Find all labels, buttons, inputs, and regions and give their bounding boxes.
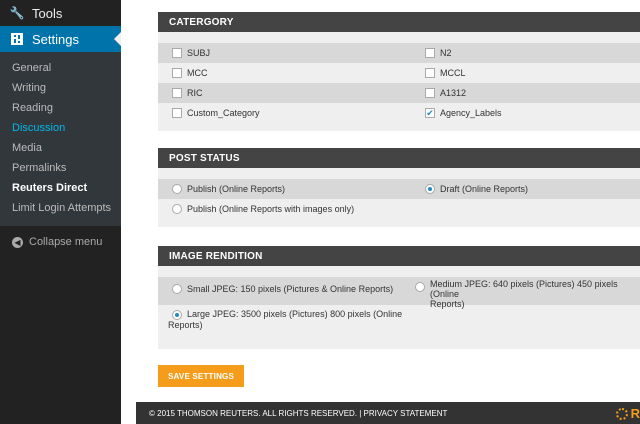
submenu-discussion[interactable]: Discussion: [0, 118, 121, 138]
collapse-menu-label: Collapse menu: [29, 236, 103, 248]
checkbox-subj[interactable]: SUBJ: [158, 43, 411, 63]
checkbox-label: SUBJ: [187, 48, 211, 58]
submenu-limit-login-attempts[interactable]: Limit Login Attempts: [0, 198, 121, 218]
radio-label-line: Medium JPEG: 640 pixels (Pictures) 450 p…: [430, 279, 618, 299]
radio-button[interactable]: [172, 184, 182, 194]
radio-button[interactable]: [172, 284, 182, 294]
submenu-reuters-direct[interactable]: Reuters Direct: [0, 178, 121, 198]
checkbox-mccl[interactable]: MCCL: [411, 63, 640, 83]
submenu-media[interactable]: Media: [0, 138, 121, 158]
checkbox-box[interactable]: [425, 48, 435, 58]
checkbox-box[interactable]: [425, 88, 435, 98]
checkbox-box[interactable]: [172, 48, 182, 58]
radio-button[interactable]: [415, 282, 425, 292]
checkbox-agency-labels[interactable]: ✔ Agency_Labels: [411, 103, 640, 123]
collapse-arrow-icon: ◀: [12, 236, 23, 248]
checkbox-ric[interactable]: RIC: [158, 83, 411, 103]
checkbox-label: Agency_Labels: [440, 108, 502, 118]
logo-text: R: [630, 406, 640, 421]
radio-label: Medium JPEG: 640 pixels (Pictures) 450 p…: [430, 279, 640, 309]
footer: © 2015 THOMSON REUTERS. ALL RIGHTS RESER…: [136, 402, 640, 424]
footer-copyright[interactable]: © 2015 THOMSON REUTERS. ALL RIGHTS RESER…: [149, 409, 447, 418]
admin-sidebar: 🔧 Tools Settings General Writing Reading…: [0, 0, 121, 424]
radio-label-line: Large JPEG: 3500 pixels (Pictures) 800 p…: [187, 309, 403, 319]
post-status-row: Publish (Online Reports with images only…: [158, 199, 640, 219]
thomson-reuters-logo: R: [615, 406, 640, 421]
save-settings-button[interactable]: SAVE SETTINGS: [158, 365, 244, 387]
radio-publish-online[interactable]: Publish (Online Reports): [158, 179, 411, 199]
radio-draft-online[interactable]: Draft (Online Reports): [411, 179, 640, 199]
category-row: MCC MCCL: [158, 63, 640, 83]
category-row: Custom_Category ✔ Agency_Labels: [158, 103, 640, 123]
category-row: SUBJ N2: [158, 43, 640, 63]
image-rendition-panel-title: IMAGE RENDITION: [158, 246, 640, 266]
radio-dot: [428, 187, 432, 191]
checkbox-custom-category[interactable]: Custom_Category: [158, 103, 411, 123]
checkbox-label: RIC: [187, 88, 203, 98]
settings-submenu: General Writing Reading Discussion Media…: [0, 52, 121, 226]
checkbox-box[interactable]: [425, 68, 435, 78]
checkbox-label: N2: [440, 48, 452, 58]
checkbox-a1312[interactable]: A1312: [411, 83, 640, 103]
submenu-permalinks[interactable]: Permalinks: [0, 158, 121, 178]
radio-label: Publish (Online Reports): [187, 184, 286, 194]
submenu-writing[interactable]: Writing: [0, 78, 121, 98]
checkbox-label: A1312: [440, 88, 467, 98]
radio-small-jpeg[interactable]: Small JPEG: 150 pixels (Pictures & Onlin…: [158, 277, 411, 305]
image-rendition-panel: IMAGE RENDITION Small JPEG: 150 pixels (…: [158, 246, 640, 349]
category-panel: CATERGORY SUBJ N2 MCC MCCL RIC A1312 Cus…: [158, 12, 640, 131]
submenu-general[interactable]: General: [0, 58, 121, 78]
checkbox-label: MCC: [187, 68, 208, 78]
checkbox-label: MCCL: [440, 68, 466, 78]
radio-large-jpeg[interactable]: Large JPEG: 3500 pixels (Pictures) 800 p…: [158, 305, 411, 335]
settings-icon: [10, 32, 24, 46]
category-panel-title: CATERGORY: [158, 12, 640, 32]
radio-label: Publish (Online Reports with images only…: [187, 204, 355, 214]
checkbox-box[interactable]: [172, 88, 182, 98]
image-rendition-row: Small JPEG: 150 pixels (Pictures & Onlin…: [158, 277, 640, 309]
radio-label-line: Reports): [430, 299, 465, 309]
menu-item-tools-label: Tools: [32, 5, 63, 21]
checkmark-icon: ✔: [426, 107, 434, 118]
post-status-row: Publish (Online Reports) Draft (Online R…: [158, 179, 640, 199]
radio-button[interactable]: [172, 204, 182, 214]
collapse-menu-button[interactable]: ◀ Collapse menu: [0, 226, 121, 248]
checkbox-label: Custom_Category: [187, 108, 260, 118]
main-content: CATERGORY SUBJ N2 MCC MCCL RIC A1312 Cus…: [121, 0, 640, 424]
reuters-sun-icon: [615, 407, 628, 420]
menu-item-settings[interactable]: Settings: [0, 26, 121, 52]
radio-button-selected[interactable]: [425, 184, 435, 194]
checkbox-box[interactable]: [172, 68, 182, 78]
radio-publish-online-images[interactable]: Publish (Online Reports with images only…: [158, 199, 640, 219]
checkbox-box[interactable]: [172, 108, 182, 118]
post-status-panel: POST STATUS Publish (Online Reports) Dra…: [158, 148, 640, 227]
checkbox-box-checked[interactable]: ✔: [425, 108, 435, 118]
image-rendition-row: Large JPEG: 3500 pixels (Pictures) 800 p…: [158, 305, 640, 335]
radio-label: Draft (Online Reports): [440, 184, 529, 194]
submenu-reading[interactable]: Reading: [0, 98, 121, 118]
checkbox-n2[interactable]: N2: [411, 43, 640, 63]
menu-item-tools[interactable]: 🔧 Tools: [0, 0, 121, 26]
radio-label: Small JPEG: 150 pixels (Pictures & Onlin…: [187, 284, 394, 294]
radio-label-line: Reports): [168, 320, 203, 330]
menu-item-settings-label: Settings: [32, 31, 79, 47]
checkbox-mcc[interactable]: MCC: [158, 63, 411, 83]
post-status-panel-title: POST STATUS: [158, 148, 640, 168]
radio-medium-jpeg[interactable]: Medium JPEG: 640 pixels (Pictures) 450 p…: [411, 277, 640, 309]
wrench-icon: 🔧: [9, 6, 25, 20]
category-row: RIC A1312: [158, 83, 640, 103]
radio-label: Large JPEG: 3500 pixels (Pictures) 800 p…: [168, 309, 402, 331]
